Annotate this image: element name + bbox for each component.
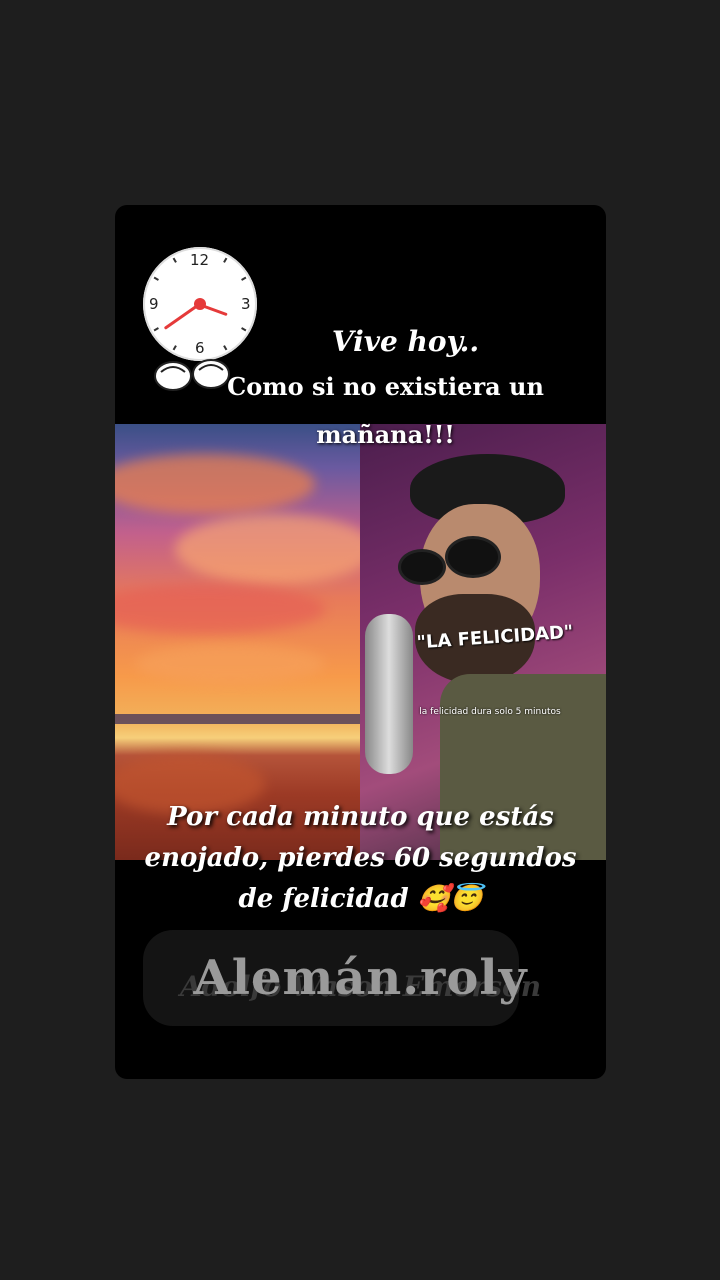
glasses-left: [398, 549, 446, 585]
clock-number-9: 9: [149, 295, 159, 313]
video-caption-subtitle: la felicidad dura solo 5 minutos: [419, 707, 561, 717]
story-card[interactable]: 12 3 6 9 Vive hoy.. Como si no existiera…: [115, 205, 606, 1079]
story-title-line2: Como si no existiera un mañana!!!: [227, 372, 544, 449]
microphone-shape: [365, 614, 413, 774]
story-title-line1: Vive hoy..: [331, 325, 480, 358]
clock-center: [194, 298, 206, 310]
clock-number-12: 12: [190, 251, 210, 269]
story-quote: Por cada minuto que estás enojado, pierd…: [144, 802, 577, 914]
clock-number-3: 3: [241, 295, 251, 313]
watermark-text: Alemán.roly: [193, 950, 528, 1006]
glasses-right: [445, 536, 501, 578]
sunset-image: [115, 424, 360, 860]
